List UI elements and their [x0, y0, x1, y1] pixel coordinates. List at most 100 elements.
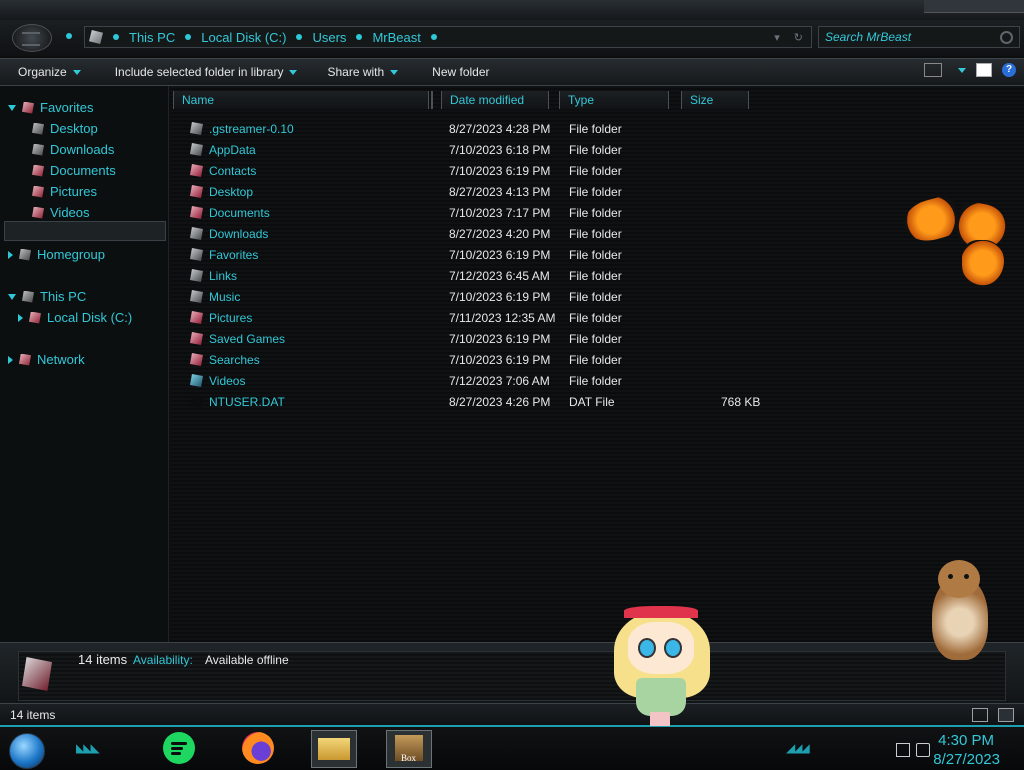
file-name: Downloads — [209, 226, 269, 241]
chevron-down-icon[interactable]: ▾ — [774, 31, 780, 44]
breadcrumb-local-disk[interactable]: Local Disk (C:) — [201, 30, 286, 45]
favorites-folder-icon — [190, 248, 203, 261]
file-size: 768 KB — [721, 394, 761, 409]
preview-pane-icon[interactable] — [976, 63, 992, 77]
column-header-type[interactable]: Type — [559, 91, 669, 109]
details-view-icon[interactable] — [972, 708, 988, 722]
breadcrumb-separator-icon — [185, 34, 192, 40]
breadcrumb-this-pc[interactable]: This PC — [129, 30, 175, 45]
nav-network[interactable]: Network — [8, 352, 85, 367]
breadcrumb-separator-icon — [113, 34, 119, 40]
nav-item-downloads[interactable]: Downloads — [32, 142, 114, 157]
column-header-type-label: Type — [568, 93, 595, 107]
include-library-label: Include selected folder in library — [114, 65, 284, 79]
search-icon[interactable] — [1000, 31, 1013, 44]
firefox-icon[interactable] — [242, 732, 274, 764]
recent-pages-dot-icon[interactable] — [66, 33, 72, 39]
expand-arrow-icon[interactable] — [8, 355, 13, 364]
file-row[interactable]: Videos 7/12/2023 7:06 AM File folder — [190, 370, 770, 391]
address-bar[interactable]: This PC Local Disk (C:) Users MrBeast ▾ … — [84, 26, 812, 48]
expand-arrow-icon[interactable] — [18, 313, 23, 322]
column-header-date[interactable]: Date modified — [441, 91, 549, 109]
start-button[interactable] — [9, 733, 45, 769]
nav-item-label: Pictures — [50, 184, 97, 199]
file-row[interactable]: Links 7/12/2023 6:45 AM File folder — [190, 265, 770, 286]
address-actions: ▾ ↻ — [774, 31, 803, 44]
file-name: Contacts — [209, 163, 257, 178]
column-header-size[interactable]: Size — [681, 91, 749, 109]
change-view-icon[interactable] — [924, 63, 942, 77]
chevron-down-icon — [289, 69, 298, 75]
nav-favorites-label: Favorites — [40, 100, 94, 115]
expand-arrow-icon[interactable] — [8, 104, 16, 111]
file-type: File folder — [569, 184, 622, 199]
clock-date[interactable]: 8/27/2023 — [933, 751, 1000, 768]
file-type: File folder — [569, 247, 622, 262]
column-header-date-label: Date modified — [450, 93, 525, 107]
chevron-down-icon — [390, 69, 399, 75]
file-row[interactable]: Contacts 7/10/2023 6:19 PM File folder — [190, 160, 770, 181]
file-row[interactable]: Desktop 8/27/2023 4:13 PM File folder — [190, 181, 770, 202]
column-filter-name[interactable] — [431, 91, 433, 109]
help-icon[interactable]: ? — [1002, 63, 1016, 77]
music-folder-icon — [190, 290, 203, 303]
nav-local-disk[interactable]: Local Disk (C:) — [18, 310, 132, 325]
clock-time[interactable]: 4:30 PM — [938, 732, 994, 749]
desktop-icon — [32, 122, 44, 135]
documents-folder-icon — [190, 206, 203, 219]
file-type: File folder — [569, 163, 622, 178]
file-row[interactable]: Favorites 7/10/2023 6:19 PM File folder — [190, 244, 770, 265]
file-date: 7/10/2023 6:18 PM — [449, 142, 551, 157]
share-with-button[interactable]: Share with — [327, 65, 399, 79]
file-row[interactable]: AppData 7/10/2023 6:18 PM File folder — [190, 139, 770, 160]
include-library-button[interactable]: Include selected folder in library — [115, 65, 298, 79]
new-folder-button[interactable]: New folder — [432, 65, 489, 79]
file-row[interactable]: Saved Games 7/10/2023 6:19 PM File folder — [190, 328, 770, 349]
expand-arrow-icon[interactable] — [8, 293, 16, 300]
nav-favorites[interactable]: Favorites — [8, 100, 93, 115]
file-name: Saved Games — [209, 331, 286, 346]
back-button[interactable] — [12, 24, 52, 52]
nav-homegroup[interactable]: Homegroup — [8, 247, 105, 262]
back-arrow-icon — [22, 32, 40, 46]
large-icons-view-icon[interactable] — [998, 708, 1014, 722]
folder-icon — [190, 122, 203, 135]
file-row[interactable]: Music 7/10/2023 6:19 PM File folder — [190, 286, 770, 307]
volume-icon[interactable] — [916, 743, 930, 757]
file-explorer-icon[interactable] — [311, 730, 357, 768]
nav-item-desktop[interactable]: Desktop — [32, 121, 98, 136]
column-header-name[interactable]: Name — [173, 91, 429, 109]
window-controls[interactable] — [924, 0, 1024, 13]
search-input[interactable]: Search MrBeast — [818, 26, 1020, 48]
nav-item-videos[interactable]: Videos — [32, 205, 90, 220]
downloads-icon — [32, 143, 44, 156]
availability-label: Availability: — [133, 653, 193, 667]
file-row[interactable]: Downloads 8/27/2023 4:20 PM File folder — [190, 223, 770, 244]
network-tray-icon[interactable] — [896, 743, 910, 757]
file-date: 7/12/2023 7:06 AM — [449, 373, 550, 388]
command-bar: Organize Include selected folder in libr… — [0, 58, 1024, 86]
spotify-icon[interactable] — [163, 732, 195, 764]
file-row[interactable]: Searches 7/10/2023 6:19 PM File folder — [190, 349, 770, 370]
organize-button[interactable]: Organize — [18, 65, 81, 79]
file-name: Music — [209, 289, 241, 304]
nav-this-pc[interactable]: This PC — [8, 289, 86, 304]
file-row[interactable]: .gstreamer-0.10 8/27/2023 4:28 PM File fol… — [190, 118, 770, 139]
breadcrumb-mrbeast[interactable]: MrBeast — [372, 30, 420, 45]
file-type: File folder — [569, 331, 622, 346]
taskbar-decoration: ◣◣◣ — [76, 741, 100, 755]
file-date: 8/27/2023 4:28 PM — [449, 121, 551, 136]
nav-item-documents[interactable]: Documents — [32, 163, 116, 178]
file-row[interactable]: NTUSER.DAT 8/27/2023 4:26 PM DAT File 768 K… — [190, 391, 770, 412]
file-row[interactable]: Pictures 7/11/2023 12:35 AM File folder — [190, 307, 770, 328]
expand-arrow-icon[interactable] — [8, 250, 13, 259]
pictures-folder-icon — [190, 311, 203, 324]
nav-this-pc-label: This PC — [40, 289, 87, 304]
nav-item-pictures[interactable]: Pictures — [32, 184, 97, 199]
box-app-icon[interactable]: Box — [386, 730, 432, 768]
refresh-icon[interactable]: ↻ — [794, 31, 803, 44]
breadcrumb-users[interactable]: Users — [312, 30, 346, 45]
file-row[interactable]: Documents 7/10/2023 7:17 PM File folder — [190, 202, 770, 223]
view-options-button[interactable] — [952, 67, 966, 73]
butterfly-icon — [899, 192, 1010, 288]
